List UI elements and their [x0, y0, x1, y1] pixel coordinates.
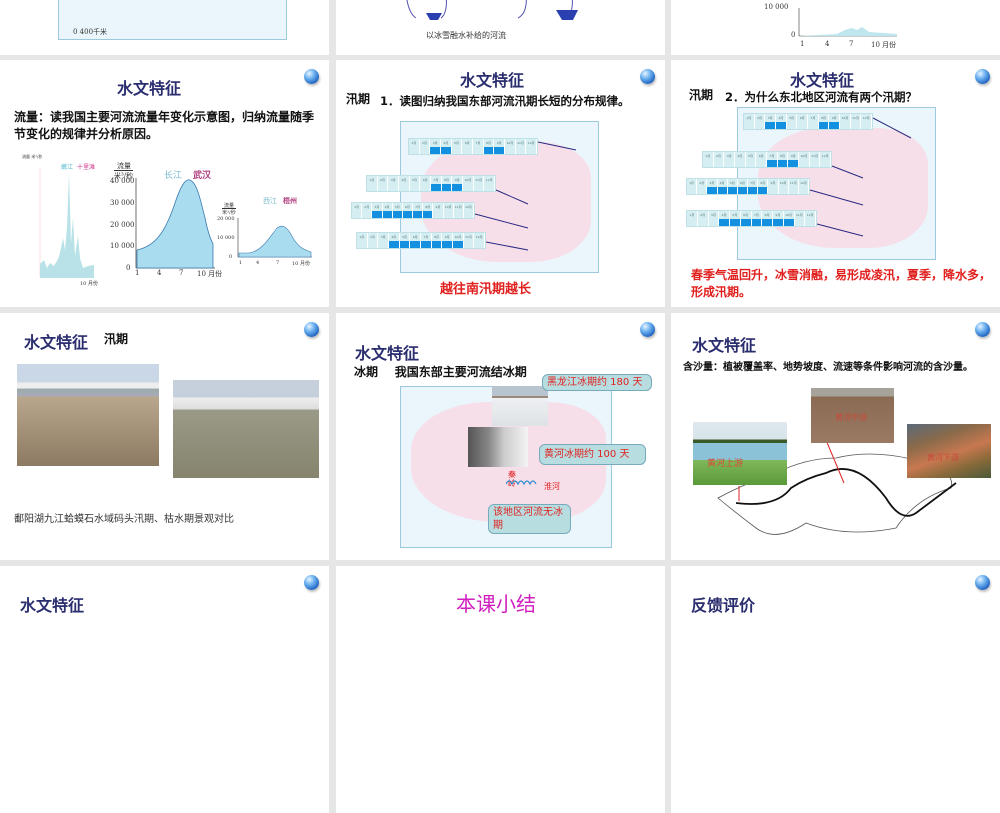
yellow-river-callout: 黄河冰期约 100 天 [539, 444, 646, 465]
globe-icon [975, 575, 990, 590]
map-scale: 0 400千米 [73, 28, 108, 36]
slide-thumbnail-1[interactable]: 0 400千米 [0, 0, 329, 55]
river-hydrograph-diagram [406, 0, 578, 20]
slide-caption: 以冰雪融水补给的河流 [426, 31, 506, 40]
globe-icon [304, 575, 319, 590]
x-tick: 10 月份 [80, 281, 98, 287]
yellow-river-ice-photo [468, 427, 528, 467]
lower-reaches-photo: 黄河下游 [907, 424, 991, 478]
globe-icon [640, 322, 655, 337]
answer: 越往南汛期越长 [440, 282, 532, 297]
slide-thumbnail-feedback[interactable]: 反馈评价 [671, 566, 1000, 813]
x-tick: 7 [276, 260, 280, 266]
axis-unit: 流量 米³/秒 [22, 154, 43, 159]
globe-icon [304, 69, 319, 84]
slide-body: 流量：读我国主要河流流量年变化示意图，归纳流量随季节变化的规律并分析原因。 [14, 110, 315, 141]
x-tick: 10 月份 [197, 270, 223, 278]
y-tick: 20 000 [217, 216, 235, 222]
answer: 春季气温回升，冰雪消融，易形成凌汛，夏季，降水多，形成汛期。 [691, 268, 992, 299]
middle-reaches-photo: 黄河中游 [811, 388, 894, 443]
subtitle: 冰期 我国东部主要河流结冰期 [354, 365, 527, 379]
slide-title: 水文特征 [20, 596, 85, 615]
slide-title: 水文特征 [692, 336, 757, 355]
x-tick: 7 [849, 40, 854, 48]
slide-thumbnail-flow[interactable]: 水文特征 流量：读我国主要河流流量年变化示意图，归纳流量随季节变化的规律并分析原… [0, 60, 329, 307]
x-tick: 4 [157, 269, 162, 277]
axis-unit: 米³/秒 [222, 208, 236, 216]
heilongjiang-ice-photo [492, 386, 548, 426]
globe-icon [975, 322, 990, 337]
y-tick: 0 [229, 254, 233, 260]
y-tick: 30 000 [110, 199, 135, 207]
slide-thumbnail-sediment[interactable]: 水文特征 含沙量：植被覆盖率、地势坡度、流速等条件影响河流的含沙量。 黄河上游 … [671, 313, 1000, 560]
y-tick: 10 000 [110, 242, 135, 250]
photo-label: 黄河下游 [927, 453, 959, 462]
y-tick: 20 000 [110, 221, 135, 229]
slide-thumbnail-ice[interactable]: 水文特征 冰期 我国东部主要河流结冰期 黑龙江冰期约 180 天 黄河冰期约 1… [336, 313, 665, 560]
globe-icon [304, 322, 319, 337]
river-label: 西江 [263, 197, 277, 205]
slide-title: 水文特征 [355, 344, 420, 363]
x-tick: 10 月份 [871, 41, 897, 49]
no-ice-callout: 该地区河流无冰期 [488, 504, 571, 534]
slide-title: 本课小结 [456, 592, 536, 616]
river-label: 嫩江 [61, 164, 74, 171]
nenjiang-flow-chart [39, 168, 94, 278]
y-tick: 0 [791, 31, 796, 39]
y-tick: 10 000 [217, 235, 235, 241]
xijiang-flow-chart [237, 218, 312, 258]
slide-thumbnail-summary[interactable]: 本课小结 [336, 566, 665, 813]
upper-reaches-photo: 黄河上游 [693, 422, 787, 485]
slide-thumbnail-flood-2[interactable]: 水文特征 汛期 2．为什么东北地区河流有两个汛期？ 1月 2月 3月 4月 5月 6月 7月… [671, 60, 1000, 307]
slide-caption: 鄱阳湖九江蛤蟆石水域码头汛期、枯水期景观对比 [14, 514, 234, 525]
slide-title: 水文特征 [24, 333, 89, 352]
station-label: 梧州 [283, 196, 297, 205]
slide-body: 含沙量：植被覆盖率、地势坡度、流速等条件影响河流的含沙量。 [683, 362, 973, 373]
x-tick: 4 [825, 40, 830, 48]
slide-thumbnail-photos[interactable]: 水文特征 汛期 鄱阳湖九江蛤蟆石水域码头汛期、枯水期景观对比 [0, 313, 329, 560]
y-tick: 0 [126, 264, 131, 272]
china-map: 0 400千米 [58, 0, 287, 40]
slide-thumbnail-3[interactable]: 10 000 0 1 4 7 10 月份 [671, 0, 1000, 55]
y-tick: 40 000 [110, 177, 135, 185]
dry-season-photo [17, 364, 159, 466]
photo-label: 黄河上游 [707, 459, 744, 469]
slide-title: 反馈评价 [691, 596, 756, 615]
flood-label: 汛期 [104, 332, 129, 346]
y-tick: 10 000 [764, 3, 789, 11]
flow-chart [798, 8, 897, 37]
slide-thumbnail-hydro-2[interactable]: 水文特征 [0, 566, 329, 813]
changjiang-flow-chart [135, 178, 215, 269]
station-label: 十里滩 [77, 164, 96, 171]
slide-thumbnail-flood-1[interactable]: 水文特征 汛期 1．读图归纳我国东部河流汛期长短的分布规律。 1月 2月 3月 4月 5… [336, 60, 665, 307]
x-tick: 4 [256, 260, 260, 266]
arrows [474, 141, 577, 251]
slide-title: 水文特征 [117, 79, 182, 98]
flood-season-photo [173, 380, 319, 478]
heilongjiang-callout: 黑龙江冰期约 180 天 [542, 374, 652, 391]
x-tick: 10 月份 [292, 261, 310, 267]
x-tick: 1 [135, 269, 140, 277]
x-tick: 1 [239, 260, 243, 266]
qinling-huaihe-line [506, 480, 537, 486]
slide-thumbnail-2[interactable]: 以冰雪融水补给的河流 [336, 0, 665, 55]
huaihe-label: 淮河 [544, 482, 560, 491]
photo-label: 黄河中游 [835, 413, 867, 422]
x-tick: 7 [179, 269, 184, 277]
x-tick: 1 [800, 40, 805, 48]
